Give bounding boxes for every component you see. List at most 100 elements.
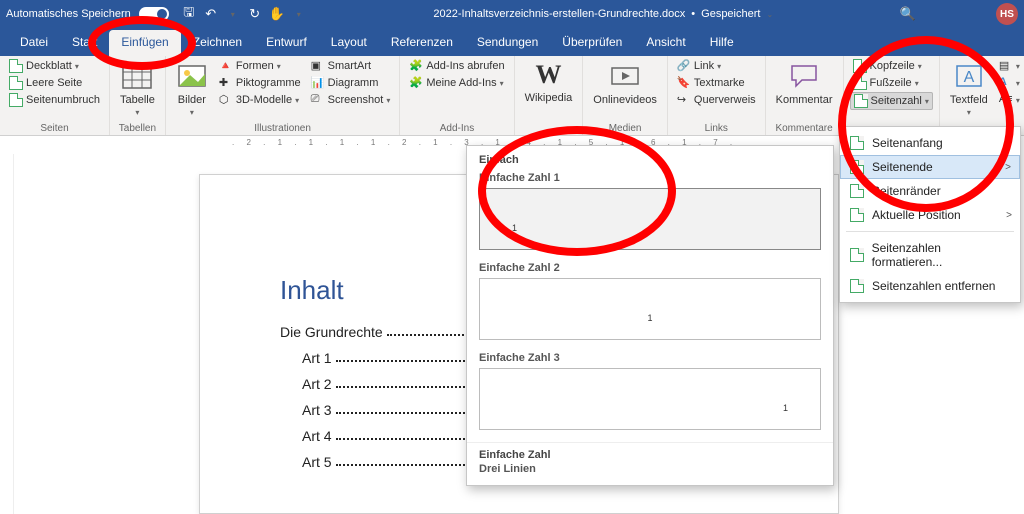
save-icon[interactable]: 🖫 [181, 6, 197, 22]
submenu-seitenanfang[interactable]: Seitenanfang> [840, 131, 1020, 155]
undo-icon[interactable]: ↶ [203, 6, 219, 22]
ribbon-group-wikipedia: W Wikipedia [515, 56, 584, 135]
wikipedia-button[interactable]: W Wikipedia [521, 58, 577, 133]
autosave-toggle[interactable] [139, 7, 169, 21]
gallery-item-3[interactable]: 1 [479, 368, 821, 430]
kommentar-button[interactable]: Kommentar [772, 58, 837, 122]
piktogramme-button[interactable]: ✚Piktogramme [216, 75, 304, 91]
table-icon [121, 60, 153, 92]
doc-filename: 2022-Inhaltsverzeichnis-erstellen-Grundr… [433, 8, 685, 20]
ribbon-group-illustrationen: Bilder▾ 🔺Formen▾ ✚Piktogramme ⬡3D-Modell… [166, 56, 400, 135]
menu-bar: Datei Start Einfügen Zeichnen Entwurf La… [0, 28, 1024, 56]
ribbon-group-addins: 🧩Add-Ins abrufen 🧩Meine Add-Ins▾ Add-Ins [400, 56, 514, 135]
menu-entwurf[interactable]: Entwurf [254, 30, 319, 56]
3d-modelle-button[interactable]: ⬡3D-Modelle▾ [216, 92, 304, 108]
gallery-item-1[interactable]: 1 [479, 188, 821, 250]
gallery-item-2-label: Einfache Zahl 2 [467, 262, 833, 278]
quickparts-icon: ▤ [999, 59, 1013, 73]
page-icon [850, 160, 864, 174]
submenu-aktuelle-position[interactable]: Aktuelle Position> [840, 203, 1020, 227]
user-avatar[interactable]: HS [996, 3, 1018, 25]
page-icon [850, 136, 864, 150]
qat-more-caret[interactable]: ▾ [291, 6, 307, 22]
diagramm-button[interactable]: 📊Diagramm [308, 75, 394, 91]
textbox-icon: A [953, 60, 985, 92]
menu-sendungen[interactable]: Sendungen [465, 30, 550, 56]
seitenzahl-submenu: Seitenanfang>Seitenende>SeitenränderAktu… [839, 126, 1021, 303]
dropcap-button[interactable]: A≡▾ [996, 92, 1023, 108]
title-bar: Automatisches Speichern 🖫 ↶ ▾ ↻ ✋ ▾ 2022… [0, 0, 1024, 28]
ribbon-group-seiten: Deckblatt▾ Leere Seite Seitenumbruch Sei… [0, 56, 110, 135]
icons-icon: ✚ [219, 76, 233, 90]
onlinevideos-button[interactable]: Onlinevideos [589, 58, 661, 122]
textfeld-button[interactable]: A Textfeld▾ [946, 58, 992, 122]
fusszeile-button[interactable]: Fußzeile▾ [850, 75, 933, 91]
querverweis-button[interactable]: ↪Querverweis [674, 92, 759, 108]
meine-addins-button[interactable]: 🧩Meine Add-Ins▾ [406, 75, 507, 91]
wikipedia-icon: W [535, 60, 561, 90]
quickparts-button[interactable]: ▤▾ [996, 58, 1023, 74]
bilder-button[interactable]: Bilder▾ [172, 58, 212, 122]
submenu-seitenzahlen-entfernen[interactable]: Seitenzahlen entfernen [840, 274, 1020, 298]
addins-abrufen-button[interactable]: 🧩Add-Ins abrufen [406, 58, 507, 74]
ribbon-group-links: 🔗Link▾ 🔖Textmarke ↪Querverweis Links [668, 56, 766, 135]
undo-caret[interactable]: ▾ [225, 6, 241, 22]
gallery-item-3-label: Einfache Zahl 3 [467, 352, 833, 368]
menu-einfuegen[interactable]: Einfügen [109, 30, 180, 56]
gallery-item-1-label: Einfache Zahl 1 [467, 172, 833, 188]
seitenumbruch-button[interactable]: Seitenumbruch [6, 92, 103, 108]
smartart-icon: ▣ [311, 59, 325, 73]
my-addins-icon: 🧩 [409, 76, 423, 90]
menu-datei[interactable]: Datei [8, 30, 60, 56]
ribbon-group-textfeld: A Textfeld▾ ▤▾ A▾ A≡▾ . [940, 56, 1024, 135]
redo-icon[interactable]: ↻ [247, 6, 263, 22]
menu-start[interactable]: Start [60, 30, 109, 56]
cover-page-icon [9, 59, 23, 73]
gallery-category: Einfach [467, 146, 833, 172]
kopfzeile-button[interactable]: Kopfzeile▾ [850, 58, 933, 74]
blank-page-icon [9, 76, 23, 90]
submenu-seitenende[interactable]: Seitenende> [840, 155, 1020, 179]
page-icon [850, 184, 864, 198]
tabelle-button[interactable]: Tabelle▾ [116, 58, 159, 122]
autosave-label: Automatisches Speichern [6, 8, 131, 20]
page-number-gallery: Einfach Einfache Zahl 1 1 Einfache Zahl … [466, 145, 834, 486]
link-button[interactable]: 🔗Link▾ [674, 58, 759, 74]
menu-zeichnen[interactable]: Zeichnen [181, 30, 254, 56]
formen-button[interactable]: 🔺Formen▾ [216, 58, 304, 74]
smartart-button[interactable]: ▣SmartArt [308, 58, 394, 74]
ribbon-group-kopf-fuss: Kopfzeile▾ Fußzeile▾ Seitenzahl▾ . [844, 56, 940, 135]
menu-hilfe[interactable]: Hilfe [698, 30, 746, 56]
shapes-icon: 🔺 [219, 59, 233, 73]
deckblatt-button[interactable]: Deckblatt▾ [6, 58, 103, 74]
dropcap-icon: A≡ [999, 93, 1013, 107]
3d-icon: ⬡ [219, 93, 233, 107]
store-icon: 🧩 [409, 59, 423, 73]
wordart-icon: A [999, 76, 1013, 90]
menu-ansicht[interactable]: Ansicht [634, 30, 697, 56]
chart-icon: 📊 [311, 76, 325, 90]
touch-mode-icon[interactable]: ✋ [269, 6, 285, 22]
screenshot-icon: ⎚ [311, 93, 325, 107]
document-title: 2022-Inhaltsverzeichnis-erstellen-Grundr… [307, 8, 900, 20]
chevron-right-icon: > [1005, 162, 1011, 173]
seitenzahl-button[interactable]: Seitenzahl▾ [850, 92, 933, 110]
menu-ueberpruefen[interactable]: Überprüfen [550, 30, 634, 56]
svg-text:A: A [964, 69, 975, 86]
gallery-item-2[interactable]: 1 [479, 278, 821, 340]
submenu-seitenzahlen-formatieren-[interactable]: Seitenzahlen formatieren... [840, 236, 1020, 274]
ribbon-group-medien: Onlinevideos Medien [583, 56, 668, 135]
submenu-seitenr-nder[interactable]: Seitenränder [840, 179, 1020, 203]
screenshot-button[interactable]: ⎚Screenshot▾ [308, 92, 394, 108]
ribbon: Deckblatt▾ Leere Seite Seitenumbruch Sei… [0, 56, 1024, 136]
leere-seite-button[interactable]: Leere Seite [6, 75, 103, 91]
footer-icon [853, 76, 867, 90]
page-icon [850, 208, 864, 222]
menu-layout[interactable]: Layout [319, 30, 379, 56]
search-icon[interactable]: 🔍 [900, 6, 916, 22]
textmarke-button[interactable]: 🔖Textmarke [674, 75, 759, 91]
wordart-button[interactable]: A▾ [996, 75, 1023, 91]
quick-access-toolbar: 🖫 ↶ ▾ ↻ ✋ ▾ [181, 6, 307, 22]
menu-referenzen[interactable]: Referenzen [379, 30, 465, 56]
title-caret[interactable]: ⌄ [766, 10, 773, 19]
